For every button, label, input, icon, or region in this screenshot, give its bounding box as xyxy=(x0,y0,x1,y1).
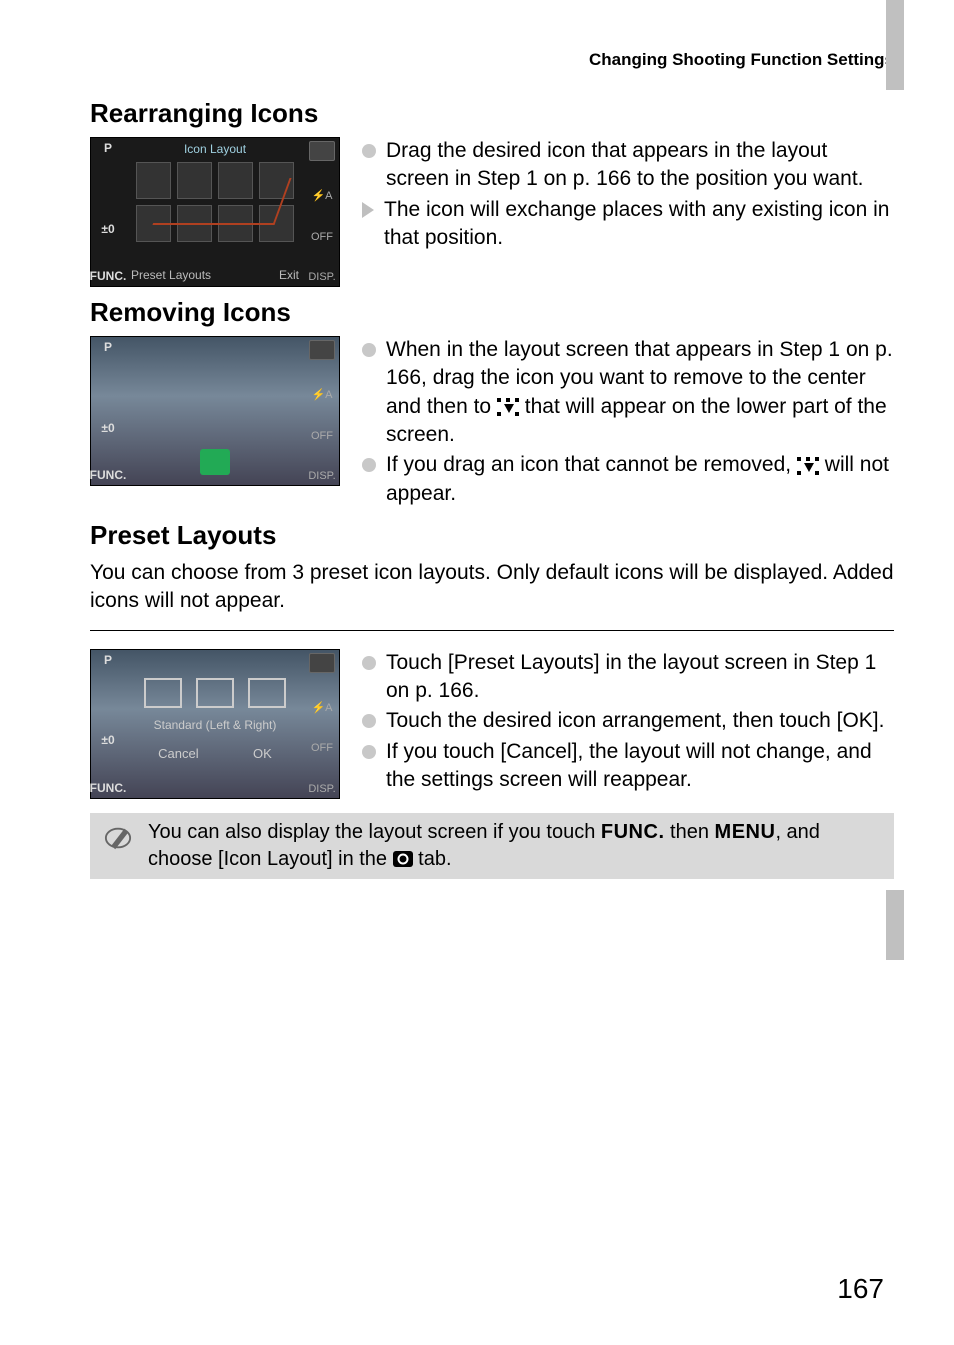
bullet-dot-icon xyxy=(362,745,376,759)
thumb3-left-2: ±0 xyxy=(101,733,114,747)
preset-bullet-1: Touch [Preset Layouts] in the layout scr… xyxy=(386,649,894,706)
removing-bullet-1: When in the layout screen that appears i… xyxy=(386,336,894,449)
thumb-right-2: OFF xyxy=(311,231,333,243)
thumb-right-3: DISP. xyxy=(308,271,335,283)
thumb3-right-0 xyxy=(309,653,335,673)
side-tab-top xyxy=(886,0,904,90)
preset-cancel: Cancel xyxy=(158,746,198,761)
thumb-left-2: ±0 xyxy=(101,222,114,236)
thumb2-right-2: OFF xyxy=(311,430,333,442)
thumb-right-0 xyxy=(309,141,335,161)
bullet-dot-icon xyxy=(362,343,376,357)
thumb2-left-0: P xyxy=(104,340,112,354)
thumb2-right-1: ⚡A xyxy=(311,388,332,401)
preset-bullet-3: If you touch [Cancel], the layout will n… xyxy=(386,738,894,795)
func-label: FUNC. xyxy=(601,821,665,843)
pencil-note-icon xyxy=(104,821,132,855)
remove-zone-icon xyxy=(797,457,819,475)
rearranging-bullet-1: Drag the desired icon that appears in th… xyxy=(386,137,894,194)
bullet-dot-icon xyxy=(362,656,376,670)
bullet-dot-icon xyxy=(362,458,376,472)
remove-target-icon xyxy=(200,449,230,475)
menu-label: MENU xyxy=(715,821,776,843)
thumb-bottom-right: Exit xyxy=(279,268,299,282)
thumb2-right-3: DISP. xyxy=(308,470,335,482)
thumb-left-0: P xyxy=(104,141,112,155)
screenshot-preset: P ±0 FUNC. ⚡A OFF DISP. Standard (Left &… xyxy=(90,649,340,799)
thumb-title: Icon Layout xyxy=(184,142,246,156)
thumb-icon-grid xyxy=(136,162,294,242)
layout-caption: Standard (Left & Right) xyxy=(131,718,299,732)
tip-note: You can also display the layout screen i… xyxy=(90,813,894,879)
page-number: 167 xyxy=(837,1273,884,1305)
running-header: Changing Shooting Function Settings xyxy=(90,50,894,70)
preset-intro: You can choose from 3 preset icon layout… xyxy=(90,559,894,616)
tip-text: You can also display the layout screen i… xyxy=(148,819,880,873)
heading-rearranging: Rearranging Icons xyxy=(90,98,894,129)
bullet-dot-icon xyxy=(362,714,376,728)
camera-tab-icon xyxy=(393,851,413,867)
rearranging-bullet-2: The icon will exchange places with any e… xyxy=(384,196,894,253)
thumb2-left-3: FUNC. xyxy=(90,468,127,482)
preset-ok: OK xyxy=(253,746,272,761)
preset-bullet-2: Touch the desired icon arrangement, then… xyxy=(386,707,884,735)
thumb-bottom-left: Preset Layouts xyxy=(131,268,211,282)
separator xyxy=(90,630,894,631)
removing-bullet-2: If you drag an icon that cannot be remov… xyxy=(386,451,894,508)
layout-options xyxy=(131,678,299,708)
thumb3-right-1: ⚡A xyxy=(311,701,332,714)
heading-removing: Removing Icons xyxy=(90,297,894,328)
thumb3-left-3: FUNC. xyxy=(90,781,127,795)
thumb3-right-2: OFF xyxy=(311,742,333,754)
thumb3-right-3: DISP. xyxy=(308,783,335,795)
screenshot-rearranging: Icon Layout P ±0 FUNC. ⚡A OFF DISP. xyxy=(90,137,340,287)
thumb2-right-0 xyxy=(309,340,335,360)
remove-zone-icon xyxy=(497,398,519,416)
thumb2-left-2: ±0 xyxy=(101,421,114,435)
thumb3-left-0: P xyxy=(104,653,112,667)
bullet-dot-icon xyxy=(362,144,376,158)
triangle-bullet-icon xyxy=(362,202,374,218)
thumb-left-3: FUNC. xyxy=(90,269,127,283)
heading-preset: Preset Layouts xyxy=(90,520,894,551)
screenshot-removing: P ±0 FUNC. ⚡A OFF DISP. xyxy=(90,336,340,486)
thumb-right-1: ⚡A xyxy=(311,189,332,202)
side-tab-bottom xyxy=(886,890,904,960)
